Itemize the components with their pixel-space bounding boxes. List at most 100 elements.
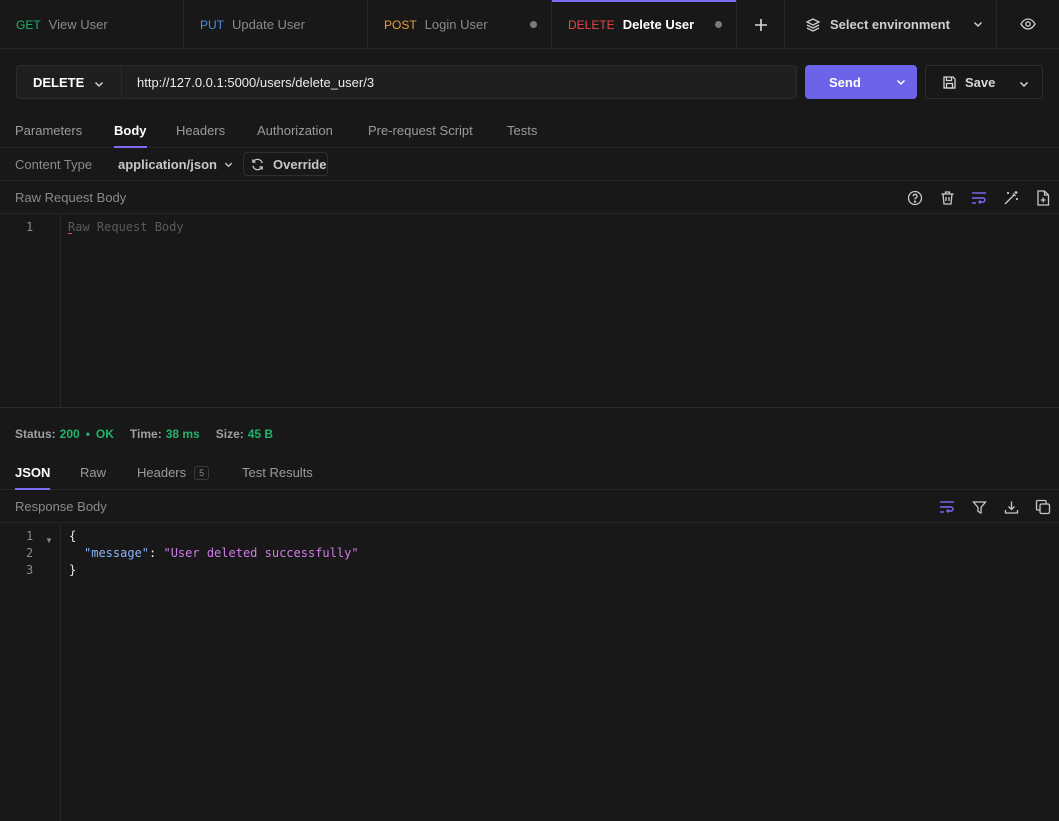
- download-button[interactable]: [1002, 498, 1020, 516]
- chevron-down-icon: [1019, 81, 1029, 88]
- tab-authorization[interactable]: Authorization: [257, 123, 333, 138]
- filter-button[interactable]: [970, 498, 988, 516]
- time-value: 38 ms: [165, 427, 200, 441]
- chevron-down-icon: [94, 81, 104, 88]
- tab-title: Update User: [232, 17, 305, 32]
- status-code: 200: [59, 427, 80, 441]
- override-label: Override: [273, 156, 327, 172]
- response-tabs: JSON Raw Headers 5 Test Results: [0, 457, 1059, 490]
- chevron-down-icon: [973, 21, 983, 28]
- size-label: Size:: [215, 427, 244, 441]
- editor-gutter: [60, 523, 61, 821]
- editor-gutter: [60, 214, 61, 407]
- new-tab-button[interactable]: [737, 0, 785, 49]
- method-select[interactable]: DELETE: [16, 65, 122, 99]
- headers-count-badge: 5: [194, 466, 210, 480]
- override-button[interactable]: Override: [243, 152, 328, 176]
- request-body-editor[interactable]: 1 Raw Request Body: [0, 214, 1059, 408]
- editor-placeholder: Raw Request Body: [68, 220, 184, 234]
- chevron-down-icon: [896, 79, 906, 86]
- unsaved-dot-icon[interactable]: [530, 21, 537, 28]
- tab-response-headers[interactable]: Headers 5: [137, 465, 210, 480]
- json-open-brace: {: [69, 529, 77, 543]
- tab-view-user[interactable]: GET View User: [0, 0, 184, 49]
- line-number: 1: [26, 220, 34, 234]
- tab-pre-request-script[interactable]: Pre-request Script: [368, 123, 473, 138]
- tab-title: Delete User: [622, 17, 695, 32]
- response-status-bar: Status: 200 • OK Time: 38 ms Size: 45 B: [15, 427, 277, 441]
- json-close-brace: }: [69, 563, 77, 577]
- refresh-icon: [252, 158, 263, 170]
- tab-parameters[interactable]: Parameters: [15, 123, 82, 138]
- line-number: 3: [26, 563, 34, 577]
- wrap-lines-button[interactable]: [938, 498, 956, 516]
- tab-method: POST: [384, 17, 417, 32]
- json-value: "User deleted successfully": [163, 546, 359, 560]
- json-key: "message": [84, 546, 150, 560]
- response-body-header: Response Body: [0, 490, 1059, 523]
- request-tab-bar: GET View User PUT Update User POST Login…: [0, 0, 1059, 49]
- tab-login-user[interactable]: POST Login User: [368, 0, 552, 49]
- wrap-lines-icon: [940, 501, 954, 513]
- tab-json[interactable]: JSON: [15, 465, 51, 490]
- send-options-button[interactable]: [885, 65, 917, 99]
- fold-toggle-icon[interactable]: ▼: [45, 536, 53, 545]
- request-tabs: Parameters Body Headers Authorization Pr…: [0, 115, 1059, 148]
- copy-button[interactable]: [1034, 498, 1052, 516]
- tab-tests[interactable]: Tests: [507, 123, 537, 138]
- tab-raw[interactable]: Raw: [80, 465, 106, 480]
- import-file-button[interactable]: [1034, 189, 1052, 207]
- tab-label: Headers: [137, 465, 187, 480]
- tab-method: GET: [16, 17, 41, 32]
- line-number: 1: [26, 529, 34, 543]
- content-type-select[interactable]: application/json: [118, 157, 234, 172]
- unsaved-dot-icon[interactable]: [715, 21, 722, 28]
- tab-method: PUT: [200, 17, 224, 32]
- environment-quick-look[interactable]: [997, 0, 1059, 48]
- layers-icon: [805, 17, 821, 32]
- content-type-row: Content Type application/json Override: [0, 148, 1059, 181]
- time-label: Time:: [129, 427, 162, 441]
- trash-icon: [941, 191, 953, 205]
- tab-method: DELETE: [568, 17, 615, 32]
- response-body-label: Response Body: [15, 499, 107, 514]
- tab-body[interactable]: Body: [114, 123, 147, 148]
- send-label: Send: [829, 74, 861, 90]
- status-label: Status:: [15, 427, 56, 441]
- tab-title: Login User: [424, 17, 488, 32]
- help-circle-icon: [907, 190, 923, 206]
- copy-icon: [1035, 499, 1051, 515]
- request-body-header: Raw Request Body: [0, 181, 1059, 214]
- chevron-down-icon: [224, 162, 233, 168]
- save-icon: [943, 75, 956, 89]
- text-cursor: [68, 233, 72, 236]
- tab-update-user[interactable]: PUT Update User: [184, 0, 368, 49]
- json-colon: :: [149, 546, 164, 560]
- beautify-button[interactable]: [1002, 189, 1020, 207]
- wrap-lines-button[interactable]: [970, 189, 988, 207]
- json-line: "message": "User deleted successfully": [84, 546, 359, 560]
- environment-select[interactable]: Select environment: [785, 0, 997, 49]
- save-button[interactable]: Save: [925, 65, 1043, 99]
- status-separator-dot: •: [85, 427, 90, 441]
- content-type-value: application/json: [118, 157, 217, 172]
- method-value: DELETE: [33, 74, 85, 90]
- file-plus-icon: [1037, 190, 1050, 206]
- send-button[interactable]: Send: [805, 65, 917, 99]
- line-number: 2: [26, 546, 34, 560]
- wrap-lines-icon: [972, 192, 986, 204]
- tab-headers[interactable]: Headers: [176, 123, 225, 138]
- magic-wand-icon: [1004, 191, 1018, 205]
- tab-title: View User: [48, 17, 108, 32]
- size-value: 45 B: [247, 427, 274, 441]
- tab-test-results[interactable]: Test Results: [242, 465, 313, 480]
- response-body-viewer[interactable]: 1 2 3 ▼ { "message": "User deleted succe…: [0, 523, 1059, 821]
- tab-delete-user[interactable]: DELETE Delete User: [552, 0, 737, 49]
- save-label: Save: [965, 74, 996, 90]
- request-body-label: Raw Request Body: [15, 190, 127, 205]
- download-icon: [1004, 501, 1018, 514]
- help-button[interactable]: [906, 189, 924, 207]
- clear-body-button[interactable]: [938, 189, 956, 207]
- url-input[interactable]: [122, 65, 797, 99]
- plus-icon: [754, 18, 767, 31]
